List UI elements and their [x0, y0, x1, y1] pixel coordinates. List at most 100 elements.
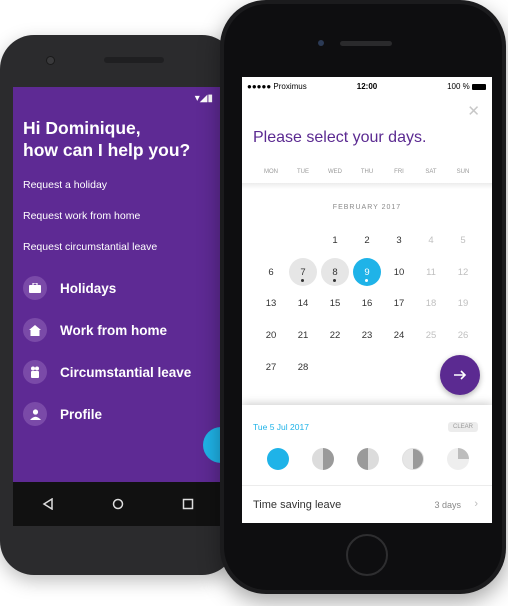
calendar-day-number: 13: [265, 297, 277, 309]
calendar-day[interactable]: 24: [385, 321, 413, 349]
calendar-day-number: 2: [364, 234, 370, 246]
full-day-option[interactable]: [267, 448, 289, 470]
weekday-label: MON: [264, 169, 278, 175]
calendar-day[interactable]: 18: [417, 289, 445, 317]
calendar-day-number: 10: [393, 266, 405, 278]
chevron-right-icon: ›: [474, 498, 478, 510]
android-phone: ▾◢▮ Hi Dominique, how can I help you? Re…: [0, 35, 236, 575]
calendar-day[interactable]: 12: [449, 258, 477, 286]
briefcase-icon: [23, 276, 47, 300]
selected-date: Tue 5 Jul 2017: [253, 422, 309, 432]
calendar-day[interactable]: 11: [417, 258, 445, 286]
page-title: Please select your days.: [253, 129, 427, 146]
day-part-options: [267, 448, 472, 472]
menu-item-holidays[interactable]: Holidays: [23, 276, 116, 300]
calendar-day[interactable]: 6: [257, 258, 285, 286]
header-divider: [242, 183, 492, 189]
weekday-label: SUN: [456, 169, 470, 175]
android-status-icons: ▾◢▮: [194, 93, 213, 104]
calendar-day-number: 3: [396, 234, 402, 246]
quarter-day-option[interactable]: [447, 448, 469, 470]
link-request-work-from-home[interactable]: Request work from home: [23, 210, 140, 222]
battery-label: 100 %: [447, 82, 486, 91]
calendar-day-number: 9: [364, 266, 370, 278]
home-button[interactable]: [346, 534, 388, 576]
menu-item-label: Circumstantial leave: [60, 364, 192, 380]
recents-icon[interactable]: [179, 495, 197, 513]
calendar-day[interactable]: 10: [385, 258, 413, 286]
calendar-day[interactable]: 4: [417, 226, 445, 254]
close-icon[interactable]: ✕: [467, 102, 480, 120]
calendar-day[interactable]: 21: [289, 321, 317, 349]
calendar-day-number: 16: [361, 297, 373, 309]
morning-option[interactable]: [357, 448, 379, 470]
arrow-right-icon: [454, 370, 467, 380]
android-navigation-bar: [13, 482, 223, 526]
next-button[interactable]: [440, 355, 480, 395]
calendar-day-number: 24: [393, 329, 405, 341]
calendar-day-number: 21: [297, 329, 309, 341]
calendar-day[interactable]: 15: [321, 289, 349, 317]
calendar-day[interactable]: 16: [353, 289, 381, 317]
menu-item-label: Work from home: [60, 322, 168, 338]
calendar-day[interactable]: 23: [353, 321, 381, 349]
link-request-circumstantial-leave[interactable]: Request circumstantial leave: [23, 241, 157, 253]
calendar-day-number: 14: [297, 297, 309, 309]
android-screen: ▾◢▮ Hi Dominique, how can I help you? Re…: [13, 87, 223, 482]
leave-type-value: 3 days: [434, 500, 461, 510]
weekday-label: FRI: [394, 169, 404, 175]
calendar-day[interactable]: 3: [385, 226, 413, 254]
iphone: ●●●●● Proximus 12:00 100 % ✕ Please sele…: [220, 0, 506, 594]
weekday-label: SAT: [425, 169, 437, 175]
weekday-label: WED: [328, 169, 342, 175]
calendar-day-number: 22: [329, 329, 341, 341]
menu-item-label: Profile: [60, 406, 103, 422]
half-day-option[interactable]: [402, 448, 424, 470]
calendar-day-selected[interactable]: 9: [353, 258, 381, 286]
afternoon-option[interactable]: [312, 448, 334, 470]
calendar-day[interactable]: 5: [449, 226, 477, 254]
calendar-day[interactable]: 2: [353, 226, 381, 254]
calendar-day[interactable]: 28: [289, 353, 317, 381]
leave-type-label: Time saving leave: [253, 499, 342, 511]
calendar-day[interactable]: 8: [321, 258, 349, 286]
calendar-day-number: 8: [332, 266, 338, 278]
menu-item-circumstantial-leave[interactable]: Circumstantial leave: [23, 360, 191, 384]
calendar-day[interactable]: 17: [385, 289, 413, 317]
menu-item-label: Holidays: [60, 280, 117, 296]
calendar-day-number: 17: [393, 297, 405, 309]
calendar-day-number: 1: [332, 234, 338, 246]
calendar-day[interactable]: 27: [257, 353, 285, 381]
month-label: FEBRUARY 2017: [332, 204, 402, 211]
front-camera: [318, 40, 324, 46]
calendar-day[interactable]: 13: [257, 289, 285, 317]
menu-item-work-from-home[interactable]: Work from home: [23, 318, 167, 342]
selection-panel: Tue 5 Jul 2017 CLEAR Time saving leave 3…: [242, 405, 492, 523]
calendar-day-number: 20: [265, 329, 277, 341]
calendar-day[interactable]: 1: [321, 226, 349, 254]
greeting-title: Hi Dominique, how can I help you?: [23, 118, 191, 160]
calendar-day[interactable]: 22: [321, 321, 349, 349]
home-icon: [23, 318, 47, 342]
clear-button[interactable]: CLEAR: [447, 422, 478, 432]
event-dot: [365, 279, 368, 282]
home-circle-icon[interactable]: [109, 495, 127, 513]
calendar-day-number: 15: [329, 297, 341, 309]
event-dot: [333, 279, 336, 282]
calendar-day[interactable]: 14: [289, 289, 317, 317]
menu-item-profile[interactable]: Profile: [23, 402, 102, 426]
iphone-screen: ●●●●● Proximus 12:00 100 % ✕ Please sele…: [242, 77, 492, 523]
calendar-day-number: 7: [300, 266, 306, 278]
leave-type-row[interactable]: Time saving leave 3 days ›: [242, 485, 492, 523]
calendar-day[interactable]: 7: [289, 258, 317, 286]
back-icon[interactable]: [39, 495, 57, 513]
weekday-label: TUE: [297, 169, 309, 175]
status-bar: ●●●●● Proximus 12:00 100 %: [242, 77, 492, 97]
link-request-holiday[interactable]: Request a holiday: [23, 179, 107, 191]
calendar-day[interactable]: 25: [417, 321, 445, 349]
calendar-day-number: 19: [457, 297, 469, 309]
weekday-label: THU: [360, 169, 374, 175]
calendar-day[interactable]: 19: [449, 289, 477, 317]
calendar-day[interactable]: 20: [257, 321, 285, 349]
calendar-day[interactable]: 26: [449, 321, 477, 349]
